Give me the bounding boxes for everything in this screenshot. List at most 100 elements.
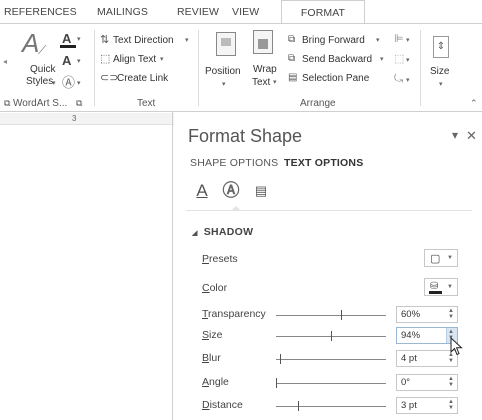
document-divider [172,112,173,420]
wrap-text-label-1[interactable]: Wrap [253,64,277,76]
quick-styles-label-2[interactable]: Styles [26,76,53,88]
group-icon[interactable]: ⬚ [394,54,404,65]
create-link-button[interactable]: Create Link [117,73,168,85]
distance-value[interactable]: 3 pt [401,400,417,411]
shadow-preset-icon: ▢ [430,253,441,265]
wrap-text-label-2[interactable]: Text [252,77,270,89]
document-page[interactable] [0,125,174,420]
collapse-triangle-icon[interactable]: ◢ [192,230,198,237]
blur-label-rest: lur [209,352,221,364]
spinner-arrows-icon[interactable]: ▲▼ [448,308,454,320]
tab-shape-options[interactable]: SHAPE OPTIONS [190,157,278,169]
close-icon[interactable]: ✕ [466,128,477,144]
angle-value[interactable]: 0° [401,377,410,388]
text-effects-dropdown-icon[interactable]: ▾ [77,80,81,87]
wordart-dialog-launcher-icon[interactable]: ⧉ [76,98,82,109]
chevron-down-icon: ▼ [447,255,453,261]
size-slider[interactable] [276,331,386,341]
transparency-value[interactable]: 60% [401,309,420,320]
transparency-label: Transparency [202,308,266,320]
align-text-icon: ⬚ [100,53,111,65]
group-dropdown-icon[interactable]: ▾ [406,57,410,64]
text-direction-button[interactable]: Text Direction [113,35,174,47]
rotate-icon[interactable]: ⤿ [394,74,403,85]
blur-value[interactable]: 4 pt [401,353,417,364]
text-effects-icon[interactable]: Ⓐ [62,76,75,89]
ribbon: A ⟋ A ▾ A ▾ Ⓐ ▾ Quick Styles ▾ ◂ ⧉ WordA… [0,23,482,112]
selection-pane-button[interactable]: Selection Pane [302,73,369,85]
presets-accesskey: P [202,253,210,265]
size-slider-thumb[interactable] [331,331,332,341]
color-dropdown[interactable]: ⛁ ▼ [424,278,458,296]
text-direction-dropdown-icon[interactable]: ▾ [185,37,189,44]
shadow-section-label: SHADOW [203,226,254,238]
tab-references[interactable]: REFERENCES [4,6,77,18]
distance-slider-thumb[interactable] [298,401,299,411]
presets-dropdown[interactable]: ▢ ▼ [424,249,458,267]
textbox-layout-icon[interactable]: ▤ [249,180,273,204]
bring-forward-icon: ⧉ [288,34,296,45]
dialog-launcher-icon[interactable]: ⧉ [4,98,10,109]
angle-slider[interactable] [276,378,386,388]
size-value[interactable]: 94% [401,330,420,341]
align-icon[interactable]: ⊫ [394,34,404,45]
rotate-dropdown-icon[interactable]: ▾ [406,77,410,84]
tab-format[interactable]: FORMAT [281,0,365,24]
align-dropdown-icon[interactable]: ▾ [406,37,410,44]
text-outline-icon[interactable]: A [62,54,71,67]
size-dropdown-icon[interactable]: ▾ [439,81,443,88]
text-fill-dropdown-icon[interactable]: ▾ [77,36,81,43]
quick-styles-dropdown-icon[interactable]: ▾ [52,80,56,87]
size-button[interactable]: Size [430,66,449,78]
transparency-slider-thumb[interactable] [341,310,342,320]
tab-text-options[interactable]: TEXT OPTIONS [284,157,363,169]
bring-forward-button[interactable]: Bring Forward [302,35,365,47]
selected-tab-indicator [231,206,241,211]
text-fill-icon[interactable]: A [62,32,71,45]
transparency-spinner[interactable]: 60% ▲ ▼ [396,306,458,323]
pane-divider [186,210,472,211]
blur-slider[interactable] [276,354,386,364]
size-icon[interactable]: ⇕ [433,36,449,58]
angle-slider-thumb[interactable] [276,378,277,388]
chevron-down-icon: ▼ [447,284,453,290]
color-accesskey: C [202,282,210,294]
distance-slider[interactable] [276,401,386,411]
tab-review[interactable]: REVIEW [177,6,219,18]
align-text-button[interactable]: Align Text [113,54,156,66]
tab-mailings[interactable]: MAILINGS [97,6,148,18]
format-shape-pane: Format Shape ▾ ✕ SHAPE OPTIONS TEXT OPTI… [174,112,482,420]
size-spinner[interactable]: 94% ▲▼ [396,327,458,344]
distance-spinner[interactable]: 3 pt ▲ ▼ [396,397,458,414]
ribbon-tabs: REFERENCES MAILINGS REVIEW VIEW FORMAT [0,0,482,24]
send-backward-dropdown-icon[interactable]: ▾ [380,56,384,63]
align-text-dropdown-icon[interactable]: ▾ [160,56,164,63]
shadow-section-header[interactable]: ◢ SHADOW [192,226,253,238]
text-fill-outline-icon[interactable]: A [190,180,214,204]
group-separator [94,30,95,106]
tab-view[interactable]: VIEW [232,6,259,18]
collapse-ribbon-icon[interactable]: ⌃ [470,99,478,108]
scroll-left-icon[interactable]: ◂ [3,58,7,66]
blur-accesskey: B [202,352,210,364]
spinner-arrows-icon[interactable]: ▲▼ [448,376,454,388]
blur-slider-thumb[interactable] [280,354,281,364]
presets-label: Presets [202,253,238,265]
wrap-text-dropdown-icon[interactable]: ▾ [273,79,277,86]
angle-label-rest: ngle [209,376,229,388]
send-backward-button[interactable]: Send Backward [302,54,372,66]
spinner-arrows-icon[interactable]: ▲▼ [448,399,454,411]
transparency-label-rest: ransparency [208,308,266,320]
wordart-a-icon[interactable]: A [22,30,39,56]
text-effects-icon[interactable]: Ⓐ [219,180,243,204]
pane-options-dropdown-icon[interactable]: ▾ [452,128,458,142]
text-outline-dropdown-icon[interactable]: ▾ [77,58,81,65]
angle-spinner[interactable]: 0° ▲ ▼ [396,374,458,391]
position-dropdown-icon[interactable]: ▾ [222,81,226,88]
bring-forward-dropdown-icon[interactable]: ▾ [376,37,380,44]
blur-spinner[interactable]: 4 pt ▲ ▼ [396,350,458,367]
transparency-slider[interactable] [276,310,386,320]
quick-styles-label-1[interactable]: Quick [30,64,56,76]
position-button[interactable]: Position [205,66,241,78]
text-direction-icon: ⇅ [100,34,110,46]
